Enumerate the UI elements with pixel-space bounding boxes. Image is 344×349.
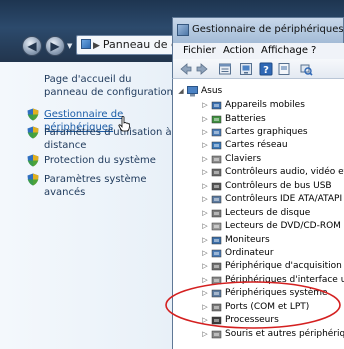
expand-arrow-icon[interactable]: ▷ <box>201 234 209 247</box>
tree-node-label: Appareils mobiles <box>225 100 305 110</box>
control-panel-tasks-pane: Page d'accueil du panneau de configurati… <box>0 62 176 349</box>
tree-node-label: Claviers <box>225 153 262 164</box>
expand-arrow-icon[interactable]: ▷ <box>201 180 209 193</box>
breadcrumb-separator-icon: ▶ <box>93 41 100 51</box>
tree-node-label: Ordinateur <box>225 247 274 258</box>
expand-arrow-icon[interactable]: ▷ <box>201 113 209 126</box>
control-panel-home-link[interactable]: Page d'accueil du panneau de configurati… <box>44 73 174 99</box>
menu-bar: Fichier Action Affichage ? <box>172 43 344 59</box>
ide-icon <box>211 195 222 204</box>
monitor-icon <box>211 236 222 244</box>
tree-node-label: Moniteurs <box>225 234 270 245</box>
battery-icon <box>211 115 222 123</box>
annotation-ellipse <box>165 281 341 329</box>
display-adapter-icon <box>211 128 222 137</box>
expand-arrow-icon[interactable]: ▷ <box>201 193 209 206</box>
properties-icon[interactable] <box>218 62 232 76</box>
camera-icon <box>211 263 222 271</box>
system-protection-link[interactable]: Protection du système <box>44 154 172 167</box>
help-icon[interactable]: ? <box>259 62 273 76</box>
forward-icon[interactable] <box>195 62 209 76</box>
tree-node-label: Périphérique d'acquisition d'in <box>225 261 344 272</box>
phone-icon <box>211 101 222 110</box>
advanced-system-settings-link[interactable]: Paramètres système avancés <box>44 173 172 199</box>
tree-node-label: Contrôleurs audio, vidéo et jeu <box>225 167 344 178</box>
tree-node-label: Contrôleurs de bus USB <box>225 180 332 191</box>
device-manager-titlebar[interactable]: Gestionnaire de périphériques <box>172 17 344 43</box>
shield-icon <box>27 154 39 167</box>
expand-arrow-icon[interactable]: ▷ <box>201 99 209 112</box>
expand-arrow-icon[interactable]: ▷ <box>201 153 209 166</box>
tree-node-label: Cartes graphiques <box>225 126 308 137</box>
recent-pages-dropdown-icon[interactable]: ▼ <box>67 41 75 51</box>
expand-arrow-icon[interactable]: ▷ <box>201 220 209 233</box>
expand-arrow-icon[interactable]: ▷ <box>201 247 209 260</box>
hand-cursor-icon <box>118 116 130 132</box>
disk-icon <box>211 209 222 217</box>
tree-node-label: Contrôleurs IDE ATA/ATAPI <box>225 194 343 205</box>
computer-icon <box>211 249 222 258</box>
menu-help[interactable]: ? <box>311 43 316 59</box>
computer-icon <box>187 86 198 97</box>
shield-icon <box>27 173 39 186</box>
expand-arrow-icon[interactable]: ▷ <box>201 139 209 152</box>
device-manager-toolbar: ? <box>172 59 344 79</box>
usb-icon <box>211 182 222 190</box>
properties-sheet-icon[interactable] <box>277 62 291 76</box>
svg-text:?: ? <box>263 65 269 76</box>
keyboard-icon <box>211 155 222 164</box>
device-manager-icon <box>177 24 189 36</box>
remote-settings-link[interactable]: Paramètres d'utilisation à distance <box>44 126 172 152</box>
address-bar[interactable]: ▶ Panneau de cor <box>76 35 186 55</box>
computer-icon[interactable] <box>239 62 253 76</box>
shield-icon <box>27 108 39 121</box>
window-title: Gestionnaire de périphériques <box>192 24 344 35</box>
back-icon[interactable] <box>179 62 193 76</box>
tree-node-label: Lecteurs de DVD/CD-ROM <box>225 221 341 232</box>
network-icon <box>211 142 222 150</box>
collapse-arrow-icon[interactable]: ◢ <box>177 85 185 98</box>
shield-icon <box>27 126 39 139</box>
tree-node-label: Batteries <box>225 113 266 124</box>
dvd-icon <box>211 222 222 231</box>
menu-view[interactable]: Affichage <box>261 43 308 59</box>
expand-arrow-icon[interactable]: ▷ <box>201 166 209 179</box>
expand-arrow-icon[interactable]: ▷ <box>201 207 209 220</box>
back-arrow-icon[interactable]: ◀ <box>22 36 42 56</box>
control-panel-icon <box>81 39 91 49</box>
scan-icon[interactable] <box>299 62 313 76</box>
tree-node-label: Lecteurs de disque <box>225 207 311 218</box>
menu-action[interactable]: Action <box>223 43 254 59</box>
tree-node-label: Cartes réseau <box>225 140 288 151</box>
expand-arrow-icon[interactable]: ▷ <box>201 260 209 273</box>
audio-icon <box>211 169 222 177</box>
expand-arrow-icon[interactable]: ▷ <box>201 126 209 139</box>
menu-file[interactable]: Fichier <box>183 43 216 59</box>
forward-arrow-icon[interactable]: ▶ <box>45 36 65 56</box>
tree-root-label: Asus <box>201 86 223 96</box>
